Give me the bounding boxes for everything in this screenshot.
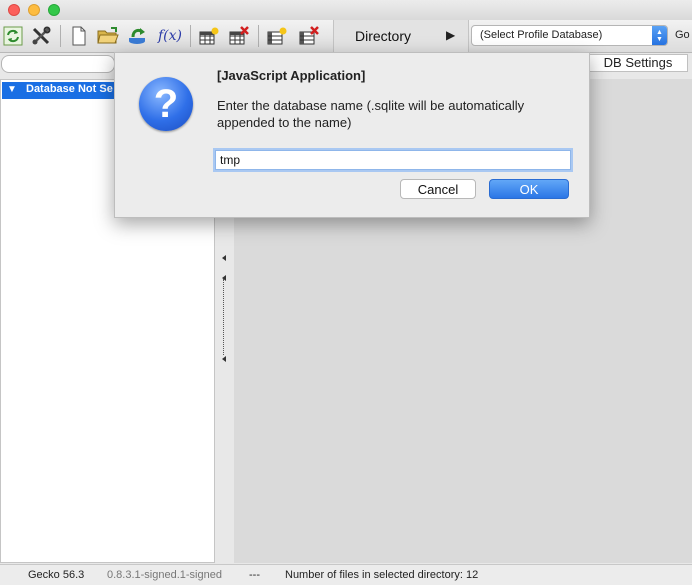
minimize-window-button[interactable] [28, 4, 40, 16]
profile-select-value: (Select Profile Database) [480, 29, 603, 41]
delete-table-icon [229, 26, 249, 45]
create-table-button[interactable] [196, 24, 222, 48]
question-icon: ? [139, 77, 193, 131]
tools-icon [32, 26, 51, 45]
profile-database-select[interactable]: (Select Profile Database) ▲ ▼ [471, 25, 668, 46]
collapse-arrow-icon[interactable] [222, 255, 226, 261]
disclosure-triangle-icon[interactable]: ▼ [7, 84, 17, 95]
toolbar-separator [258, 25, 259, 47]
new-file-icon [72, 26, 86, 46]
tools-button[interactable] [28, 24, 54, 48]
toolbar-separator [60, 25, 61, 47]
ok-button[interactable]: OK [489, 179, 569, 199]
create-index-button[interactable] [264, 24, 290, 48]
status-version: 0.8.3.1-signed.1-signed [107, 569, 222, 581]
status-bar: Gecko 56.3 0.8.3.1-signed.1-signed --- N… [0, 564, 692, 585]
attach-database-button[interactable] [125, 24, 151, 48]
directory-button[interactable]: Directory ▶ [333, 20, 469, 52]
close-window-button[interactable] [8, 4, 20, 16]
open-folder-icon [97, 27, 119, 44]
new-database-button[interactable] [66, 24, 92, 48]
status-separator: --- [249, 569, 260, 581]
status-engine: Gecko 56.3 [28, 569, 85, 581]
drop-index-button[interactable] [296, 24, 322, 48]
tree-item-label: Database Not Se [26, 83, 113, 95]
play-arrow-icon: ▶ [446, 28, 456, 42]
db-settings-tab[interactable]: DB Settings [588, 54, 688, 72]
tree-filter-input[interactable] [1, 55, 115, 73]
directory-label: Directory [355, 28, 412, 44]
window-titlebar [0, 0, 692, 20]
go-button[interactable]: Go [675, 29, 690, 41]
functions-label: f(x) [157, 28, 182, 44]
maximize-window-button[interactable] [48, 4, 60, 16]
new-table-icon [199, 27, 219, 45]
dialog-title: [JavaScript Application] [217, 68, 366, 83]
drop-table-button[interactable] [226, 24, 252, 48]
chevron-updown-icon: ▲ ▼ [652, 26, 667, 45]
dialog-message: Enter the database name (.sqlite will be… [217, 98, 525, 130]
database-name-input[interactable] [215, 150, 571, 170]
splitter-grip [223, 279, 224, 355]
toolbar-separator [190, 25, 191, 47]
attach-database-icon [129, 28, 145, 44]
new-index-icon [267, 27, 287, 45]
cancel-button[interactable]: Cancel [400, 179, 476, 199]
collapse-arrow-icon[interactable] [222, 356, 226, 362]
refresh-button[interactable] [0, 24, 26, 48]
delete-index-icon [299, 26, 319, 45]
functions-button[interactable]: f(x) [156, 24, 184, 48]
refresh-icon [3, 26, 23, 46]
status-files-info: Number of files in selected directory: 1… [285, 569, 479, 581]
prompt-dialog: ? [JavaScript Application] Enter the dat… [114, 52, 590, 218]
open-database-button[interactable] [95, 24, 121, 48]
